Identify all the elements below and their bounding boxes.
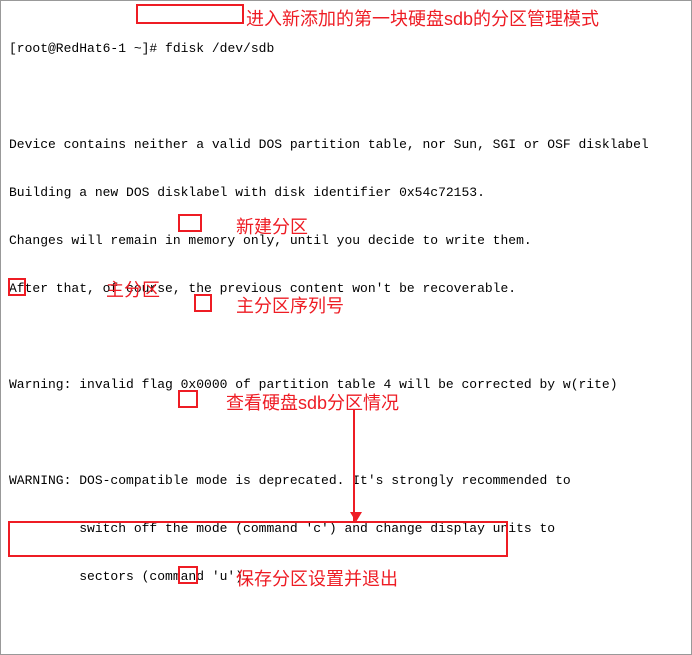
anno-primary-num: 主分区序列号 xyxy=(236,292,344,318)
terminal-screenshot: [root@RedHat6-1 ~]# fdisk /dev/sdb Devic… xyxy=(0,0,692,655)
box-cmd-fdisk xyxy=(136,4,244,24)
shell-prompt: [root@RedHat6-1 ~]# xyxy=(9,41,157,56)
terminal-output: [root@RedHat6-1 ~]# fdisk /dev/sdb Devic… xyxy=(9,9,683,655)
arrow-print-to-table xyxy=(353,409,355,521)
box-partition-table xyxy=(8,521,508,557)
box-input-p-print xyxy=(178,390,198,408)
msg-no-label: Device contains neither a valid DOS part… xyxy=(9,137,683,153)
msg-building: Building a new DOS disklabel with disk i… xyxy=(9,185,683,201)
msg-changes-memory: Changes will remain in memory only, unti… xyxy=(9,233,683,249)
box-input-n xyxy=(178,214,202,232)
box-input-p-primary xyxy=(8,278,26,296)
cmd-fdisk: fdisk /dev/sdb xyxy=(165,41,274,56)
box-input-w xyxy=(178,566,198,584)
anno-enter-fdisk: 进入新添加的第一块硬盘sdb的分区管理模式 xyxy=(246,5,599,31)
msg-warn-doscompat1: WARNING: DOS-compatible mode is deprecat… xyxy=(9,473,683,489)
anno-print-parts: 查看硬盘sdb分区情况 xyxy=(226,389,399,415)
anno-new-part: 新建分区 xyxy=(236,213,308,239)
box-input-partnum xyxy=(194,294,212,312)
anno-primary: 主分区 xyxy=(106,276,160,302)
anno-save-quit: 保存分区设置并退出 xyxy=(236,565,398,591)
